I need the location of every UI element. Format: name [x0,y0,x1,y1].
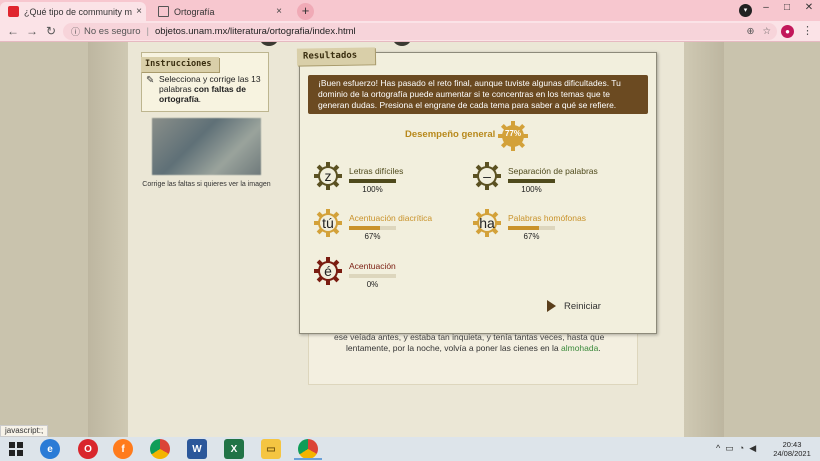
category-progress-fill [349,179,396,183]
tab-community-manager[interactable]: ¿Qué tipo de community manag × [0,2,146,21]
category-glyph: é [324,263,332,279]
category-progress-bar [349,179,396,183]
story-text: . [598,343,601,353]
category-glyph: ha [479,215,495,231]
reload-icon[interactable]: ↻ [44,24,58,38]
category-progress-fill [508,179,555,183]
tab-ortografia[interactable]: Ortografía × [150,2,286,21]
tab-title: Ortografía [174,6,215,17]
forward-icon[interactable]: → [25,24,39,38]
category-percent: 0% [366,280,379,289]
close-window-icon[interactable]: ✕ [798,2,820,13]
media-icon[interactable]: ▾ [739,4,752,17]
menu-icon[interactable]: ⋮ [802,24,813,37]
category-glyph: – [483,168,491,184]
story-corrected-word[interactable]: almohada [561,343,598,353]
restart-button[interactable]: Reiniciar [547,300,601,312]
word-icon[interactable]: W [187,439,207,459]
excel-icon[interactable]: X [224,439,244,459]
chrome-icon[interactable] [150,439,170,459]
category-name: Separación de palabras [508,166,598,176]
category-name: Palabras homófonas [508,213,586,223]
url-text: objetos.unam.mx/literatura/ortografia/in… [155,26,356,37]
category-name: Acentuación [349,261,396,271]
story-text: lentamente, por la noche, volvía a poner… [346,343,561,353]
taskbar-clock[interactable]: 20:43 24/08/2021 [770,440,814,458]
category-percent: 100% [521,185,542,194]
category-progress-bar [508,179,555,183]
category-name: Acentuación diacrítica [349,213,433,223]
unam-favicon-icon [158,6,169,17]
chevron-up-icon[interactable]: ^ [716,443,720,454]
category-percent: 67% [364,232,381,241]
instructions-text-suffix: . [198,94,202,104]
restart-label: Reiniciar [564,300,601,312]
image-caption: Corrige las faltas si quieres ver la ima… [142,181,271,188]
category-name: Letras difíciles [349,166,404,176]
page-viewport: Instrucciones ✎ Selecciona y corrige las… [0,42,820,437]
address-bar[interactable]: ⓘ No es seguro | objetos.unam.mx/literat… [63,23,777,40]
close-tab-icon[interactable]: × [272,6,286,17]
account-avatar[interactable]: ● [781,25,794,38]
warning-icon[interactable]: ⓘ [71,25,80,38]
security-label: No es seguro [84,26,141,37]
taskbar: e O f W X ▭ ^ ▭ ◔ ◀ 20:43 24/08/2021 [0,437,820,461]
zoom-icon[interactable]: ⊕ [747,26,755,37]
windows-start-icon[interactable] [6,439,26,459]
active-app-indicator [294,458,322,460]
category-glyph: z [324,168,332,184]
hidden-image [152,118,261,175]
results-message: ¡Buen esfuerzo! Has pasado el reto final… [308,75,648,114]
category-progress-fill [508,226,540,230]
browser-toolbar: ← → ↻ ⓘ No es seguro | objetos.unam.mx/l… [0,21,820,42]
opera-icon[interactable]: O [78,439,98,459]
category-progress-fill [349,226,381,230]
minimize-icon[interactable]: – [755,2,777,13]
tab-title: ¿Qué tipo de community manag [24,6,132,17]
volume-icon[interactable]: ◀ [749,443,756,454]
right-shade [684,42,724,437]
close-tab-icon[interactable]: × [132,6,146,17]
category-progress-bar [508,226,555,230]
firefox-icon[interactable]: f [113,439,133,459]
story-line: lentamente, por la noche, volvía a poner… [346,343,601,353]
clock-date: 24/08/2021 [773,449,811,458]
internet-explorer-icon[interactable]: e [40,439,60,459]
play-icon [547,300,556,312]
category-progress-bar [349,226,396,230]
overall-performance-label: Desempeño general [405,129,496,140]
new-tab-button[interactable]: + [297,3,314,20]
battery-icon[interactable]: ▭ [725,443,734,454]
category-progress-bar [349,274,396,278]
chrome-active-icon[interactable] [298,439,318,459]
tab-strip: ¿Qué tipo de community manag × Ortografí… [0,0,820,21]
system-tray: ^ ▭ ◔ ◀ [716,443,756,454]
results-tab: Resultados [296,47,376,66]
back-icon[interactable]: ← [6,24,20,38]
clock-time: 20:43 [782,440,802,449]
category-percent: 100% [362,185,383,194]
separator: | [146,26,149,37]
instructions-tab: Instrucciones [141,57,219,72]
left-shade [88,42,128,437]
category-percent: 67% [523,232,540,241]
file-explorer-icon[interactable]: ▭ [261,439,281,459]
tab-favicon-icon [8,6,19,17]
maximize-icon[interactable]: □ [776,2,798,13]
instructions-text: Selecciona y corrige las 13 palabras con… [148,74,266,104]
status-bar: javascript:; [0,425,49,437]
network-icon[interactable]: ◔ [739,443,744,454]
star-icon[interactable]: ☆ [762,26,771,37]
category-glyph: tú [322,215,334,231]
overall-performance-value: 77% [504,129,521,138]
